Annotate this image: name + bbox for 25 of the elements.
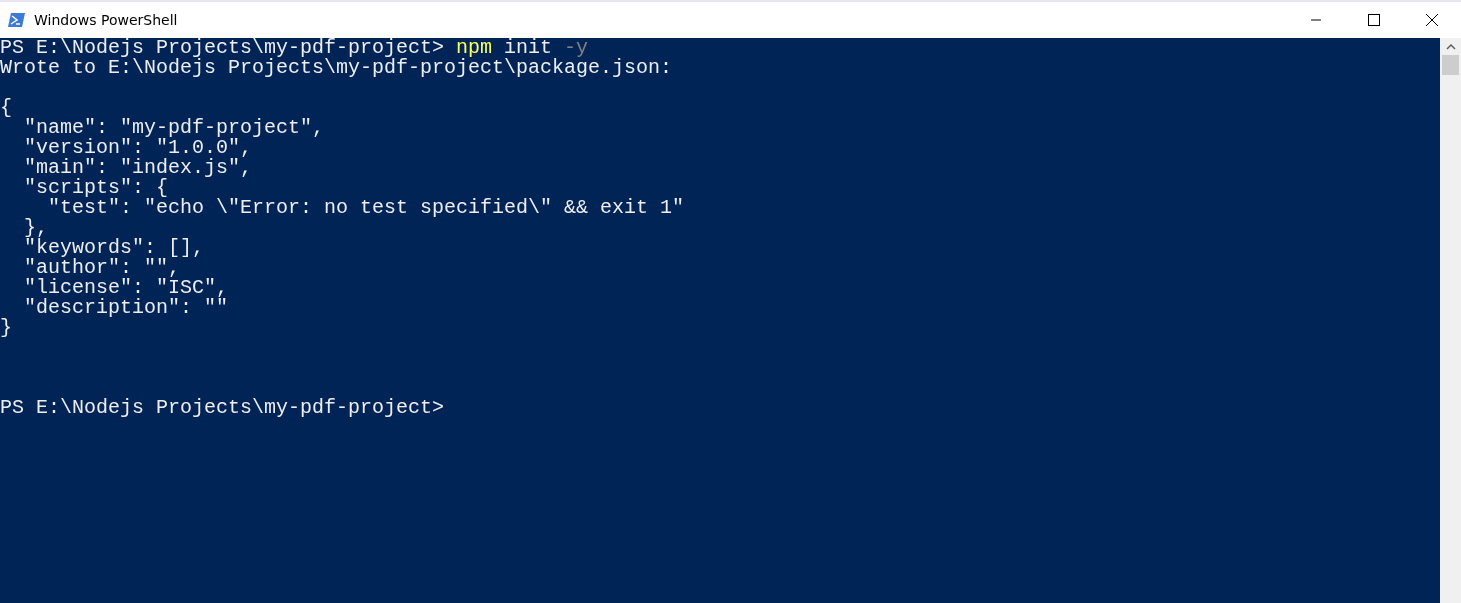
window-title: Windows PowerShell — [34, 10, 178, 30]
prompt-text: PS E:\Nodejs Projects\my-pdf-project> — [0, 396, 445, 419]
close-icon — [1426, 14, 1438, 26]
output-text: "keywords": [], — [23, 236, 205, 259]
prompt-text: PS E:\Nodejs Projects\my-pdf-project> — [0, 36, 445, 59]
output-text: } — [0, 316, 12, 339]
output-text: }, — [23, 216, 48, 239]
scrollbar[interactable] — [1440, 38, 1461, 603]
chevron-up-icon — [1445, 43, 1456, 50]
parameter-text: -y — [564, 36, 589, 59]
output-text: "description": "" — [23, 296, 229, 319]
output-text: "scripts": { — [23, 176, 169, 199]
output-text: "test": "echo \"Error: no test specified\" && exit 1" — [48, 196, 685, 219]
output-text: "version": "1.0.0", — [23, 136, 253, 159]
maximize-icon — [1368, 14, 1380, 26]
output-text: "main": "index.js", — [23, 156, 253, 179]
command-text: npm — [456, 36, 493, 59]
powershell-icon — [8, 12, 26, 28]
output-text: Wrote to E:\Nodejs Projects\my-pdf-project\package.json: — [0, 56, 673, 79]
prompt-text: init — [504, 36, 553, 59]
output-text: "name": "my-pdf-project", — [23, 116, 325, 139]
output-text: "license": "ISC", — [23, 276, 229, 299]
output-text: { — [0, 96, 12, 119]
scrollbar-thumb[interactable] — [1442, 55, 1459, 75]
output-text: "author": "", — [23, 256, 181, 279]
